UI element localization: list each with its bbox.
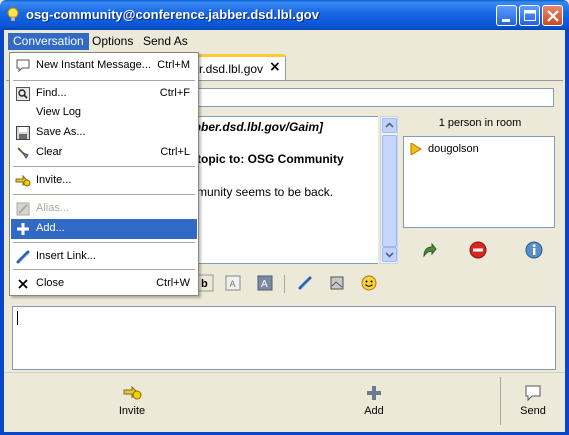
room-user-list[interactable]: dougolson bbox=[403, 136, 555, 228]
menu-separator bbox=[13, 80, 195, 81]
insert-image-icon[interactable] bbox=[328, 274, 346, 292]
conversation-menu: New Instant Message... Ctrl+M Find... Ct… bbox=[9, 52, 199, 296]
chat-history[interactable]: abber.dsd.lbl.gov/Gaim] e topic to: OSG … bbox=[182, 116, 378, 264]
toolbar-separator bbox=[284, 275, 285, 293]
menu-item-label: Clear bbox=[36, 146, 63, 158]
scroll-thumb[interactable] bbox=[382, 135, 397, 247]
send-icon bbox=[525, 385, 541, 402]
ignore-user-icon[interactable] bbox=[468, 240, 488, 260]
chevron-up-icon bbox=[385, 122, 394, 128]
add-label: Add bbox=[364, 405, 384, 417]
menu-item-shortcut: Ctrl+M bbox=[157, 59, 190, 71]
menu-separator bbox=[13, 242, 195, 243]
svg-text:A: A bbox=[230, 279, 236, 289]
tab-close-icon[interactable]: × bbox=[269, 59, 281, 75]
menu-item-label: Add... bbox=[36, 222, 65, 234]
chat-line-header: abber.dsd.lbl.gov/Gaim] bbox=[187, 120, 324, 134]
menu-item-shortcut: Ctrl+W bbox=[156, 277, 190, 289]
invite-label: Invite bbox=[118, 405, 146, 417]
scroll-down-button[interactable] bbox=[382, 247, 397, 262]
menu-item-label: Save As... bbox=[36, 126, 86, 138]
menu-item-add[interactable]: Add... bbox=[11, 219, 197, 239]
chat-line-topic: e topic to: OSG Community bbox=[187, 152, 344, 166]
room-user-item[interactable]: dougolson bbox=[428, 143, 479, 155]
menu-item-find[interactable]: Find... Ctrl+F bbox=[11, 84, 197, 104]
close-icon bbox=[547, 10, 559, 22]
menu-item-label: Alias... bbox=[36, 202, 70, 214]
maximize-icon bbox=[524, 10, 536, 21]
menu-send-as[interactable]: Send As bbox=[138, 33, 193, 50]
menu-conversation[interactable]: Conversation bbox=[8, 33, 89, 50]
minimize-icon bbox=[502, 19, 510, 22]
info-icon[interactable] bbox=[524, 240, 544, 260]
topic-field[interactable] bbox=[182, 88, 554, 107]
lightbulb-icon bbox=[7, 7, 19, 22]
chat-scrollbar[interactable] bbox=[380, 116, 398, 264]
find-icon bbox=[16, 87, 30, 101]
participant-arrow-icon bbox=[410, 143, 422, 155]
text-caret bbox=[17, 311, 18, 325]
svg-text:b: b bbox=[201, 278, 208, 290]
link-icon bbox=[16, 250, 30, 264]
menu-item-label: Close bbox=[36, 277, 65, 289]
bottom-button-bar: Invite Add Send bbox=[4, 372, 565, 432]
window-frame-right bbox=[565, 30, 569, 435]
increase-font-icon[interactable]: A bbox=[256, 274, 274, 292]
add-icon bbox=[17, 223, 29, 235]
smiley-icon[interactable] bbox=[360, 274, 378, 292]
tab-label: r.dsd.lbl.gov bbox=[199, 62, 264, 76]
menu-item-new-instant-message[interactable]: New Instant Message... Ctrl+M bbox=[11, 56, 197, 76]
message-entry[interactable] bbox=[12, 306, 556, 370]
chevron-down-icon bbox=[385, 252, 394, 258]
menu-item-label: Insert Link... bbox=[36, 250, 96, 262]
menu-item-alias: Alias... bbox=[11, 199, 197, 219]
maximize-button[interactable] bbox=[519, 5, 540, 26]
chat-line-message: mmunity seems to be back. bbox=[187, 185, 334, 199]
menu-item-label: Find... bbox=[36, 87, 67, 99]
menu-item-label: View Log bbox=[36, 106, 82, 118]
tab-conversation[interactable]: r.dsd.lbl.gov × bbox=[190, 54, 286, 80]
invite-icon bbox=[123, 385, 142, 400]
title-bar[interactable]: osg-community@conference.jabber.dsd.lbl.… bbox=[0, 0, 569, 30]
add-icon bbox=[367, 386, 381, 400]
invite-icon bbox=[15, 174, 31, 187]
menu-item-close[interactable]: Close Ctrl+W bbox=[11, 274, 197, 294]
close-icon bbox=[18, 279, 28, 289]
menu-bar: Conversation Options Send As bbox=[4, 30, 565, 52]
menu-item-save-as[interactable]: Save As... bbox=[11, 123, 197, 143]
broom-icon bbox=[17, 147, 29, 159]
close-window-button[interactable] bbox=[542, 5, 563, 26]
alias-icon bbox=[16, 202, 30, 216]
svg-text:A: A bbox=[261, 279, 268, 290]
menu-separator bbox=[13, 166, 195, 167]
send-label: Send bbox=[520, 405, 546, 417]
insert-link-icon[interactable] bbox=[296, 274, 314, 292]
menu-item-insert-link[interactable]: Insert Link... bbox=[11, 247, 197, 267]
menu-separator bbox=[13, 194, 195, 195]
room-count: 1 person in room bbox=[438, 117, 522, 129]
minimize-button[interactable] bbox=[496, 5, 517, 26]
menu-item-view-log[interactable]: View Log bbox=[11, 103, 197, 123]
decrease-font-icon[interactable]: A bbox=[224, 274, 242, 292]
send-button[interactable]: Send bbox=[504, 373, 562, 431]
menu-separator bbox=[13, 269, 195, 270]
invite-button[interactable]: Invite bbox=[84, 373, 180, 431]
menu-item-shortcut: Ctrl+L bbox=[160, 146, 190, 158]
menu-item-invite[interactable]: Invite... bbox=[11, 171, 197, 191]
menu-item-label: New Instant Message... bbox=[36, 59, 151, 71]
menu-item-clear[interactable]: Clear Ctrl+L bbox=[11, 143, 197, 163]
menu-item-shortcut: Ctrl+F bbox=[159, 87, 190, 99]
save-icon bbox=[16, 126, 30, 140]
scroll-up-button[interactable] bbox=[382, 118, 397, 133]
window-title: osg-community@conference.jabber.dsd.lbl.… bbox=[26, 7, 319, 22]
add-button[interactable]: Add bbox=[326, 373, 422, 431]
bottom-separator bbox=[500, 377, 501, 425]
chat-bubble-icon bbox=[16, 59, 30, 73]
menu-item-label: Invite... bbox=[36, 174, 72, 186]
menu-options[interactable]: Options bbox=[87, 33, 138, 50]
im-user-icon[interactable] bbox=[418, 240, 438, 260]
